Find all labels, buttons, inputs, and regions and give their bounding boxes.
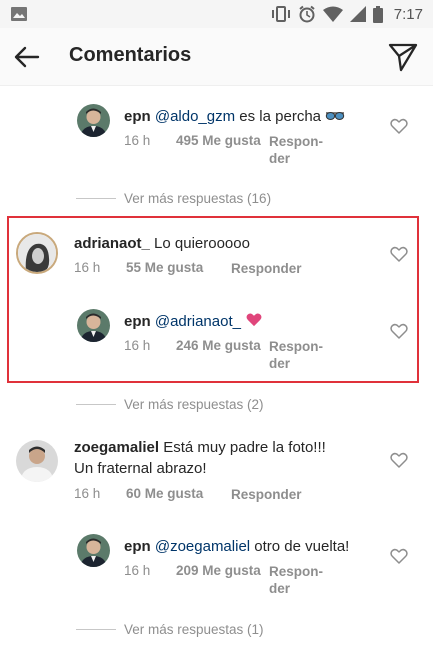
avatar[interactable] xyxy=(77,534,110,567)
status-bar: 7:17 xyxy=(0,0,433,28)
divider-line xyxy=(76,404,116,405)
heart-icon[interactable] xyxy=(390,118,408,134)
view-more-replies[interactable]: Ver más respuestas (16) xyxy=(76,191,271,206)
battery-icon xyxy=(372,5,383,23)
comment-meta: 16 h 246 Me gusta Respon-der xyxy=(124,338,323,372)
alarm-icon xyxy=(299,5,315,23)
view-more-label: Ver más respuestas (16) xyxy=(124,191,272,206)
comment-time: 16 h xyxy=(74,486,101,501)
avatar[interactable] xyxy=(77,309,110,342)
signal-icon xyxy=(349,6,366,22)
reply-button[interactable]: Respon-der xyxy=(269,133,323,167)
comment-time: 16 h xyxy=(124,133,151,148)
view-more-replies[interactable]: Ver más respuestas (1) xyxy=(76,622,264,637)
avatar[interactable] xyxy=(16,232,58,274)
comment-text: epn @adrianaot_ xyxy=(124,311,263,332)
comment-time: 16 h xyxy=(124,338,151,353)
comment-meta: 16 h 55 Me gusta Responder xyxy=(74,260,302,277)
mention-link[interactable]: @adrianaot_ xyxy=(155,313,241,330)
comment-meta: 16 h 495 Me gusta Respon-der xyxy=(124,133,323,167)
comment-time: 16 h xyxy=(124,563,151,578)
comment-body: Está muy padre la foto!!! xyxy=(159,439,326,456)
header: Comentarios xyxy=(0,28,433,86)
likes-count[interactable]: 60 Me gusta xyxy=(126,486,231,503)
send-icon[interactable] xyxy=(388,42,418,72)
divider-line xyxy=(76,629,116,630)
sunglasses-emoji xyxy=(325,112,345,120)
likes-count[interactable]: 495 Me gusta xyxy=(176,133,269,167)
mention-link[interactable]: @aldo_gzm xyxy=(155,108,235,125)
comment-text: zoegamaliel Está muy padre la foto!!! Un… xyxy=(74,437,326,479)
wifi-icon xyxy=(322,6,343,22)
back-arrow-icon[interactable] xyxy=(14,45,40,69)
comment-time: 16 h xyxy=(74,260,101,275)
comment-body: Lo quierooooo xyxy=(149,235,250,252)
reply-label-1: Respon- xyxy=(269,564,323,579)
likes-count[interactable]: 246 Me gusta xyxy=(176,338,269,372)
reply-button[interactable]: Responder xyxy=(231,486,302,503)
status-time: 7:17 xyxy=(393,5,423,23)
page-title: Comentarios xyxy=(69,44,192,66)
comment-username[interactable]: adrianaot_ xyxy=(74,235,150,252)
mention-link[interactable]: @zoegamaliel xyxy=(155,538,250,555)
pink-heart-emoji xyxy=(246,313,262,327)
reply-button[interactable]: Respon-der xyxy=(269,563,323,597)
heart-icon[interactable] xyxy=(390,246,408,262)
comment-meta: 16 h 60 Me gusta Responder xyxy=(74,486,302,503)
comment-text: adrianaot_ Lo quierooooo xyxy=(74,233,250,254)
vibrate-icon xyxy=(271,6,290,22)
comment-body: es la percha xyxy=(235,108,326,125)
comment-meta: 16 h 209 Me gusta Respon-der xyxy=(124,563,323,597)
view-more-label: Ver más respuestas (1) xyxy=(124,622,264,637)
reply-label-1: Respon- xyxy=(269,134,323,149)
reply-label-1: Respon- xyxy=(269,339,323,354)
view-more-label: Ver más respuestas (2) xyxy=(124,397,264,412)
reply-button[interactable]: Respon-der xyxy=(269,338,323,372)
gallery-icon xyxy=(11,7,27,21)
comment-username[interactable]: zoegamaliel xyxy=(74,439,159,456)
reply-label-2: der xyxy=(269,356,291,371)
view-more-replies[interactable]: Ver más respuestas (2) xyxy=(76,397,264,412)
reply-label-2: der xyxy=(269,581,291,596)
divider-line xyxy=(76,198,116,199)
reply-button[interactable]: Responder xyxy=(231,260,302,277)
comment-username[interactable]: epn xyxy=(124,108,151,125)
comment-body-line-2: Un fraternal abrazo! xyxy=(74,460,207,477)
heart-icon[interactable] xyxy=(390,323,408,339)
comment-body: otro de vuelta! xyxy=(250,538,350,555)
likes-count[interactable]: 209 Me gusta xyxy=(176,563,269,597)
avatar[interactable] xyxy=(16,440,58,482)
comment-username[interactable]: epn xyxy=(124,313,151,330)
comment-text: epn @aldo_gzm es la percha xyxy=(124,106,345,127)
comment-text: epn @zoegamaliel otro de vuelta! xyxy=(124,536,349,557)
comment-username[interactable]: epn xyxy=(124,538,151,555)
heart-icon[interactable] xyxy=(390,548,408,564)
likes-count[interactable]: 55 Me gusta xyxy=(126,260,231,277)
reply-label-2: der xyxy=(269,151,291,166)
avatar[interactable] xyxy=(77,104,110,137)
heart-icon[interactable] xyxy=(390,452,408,468)
